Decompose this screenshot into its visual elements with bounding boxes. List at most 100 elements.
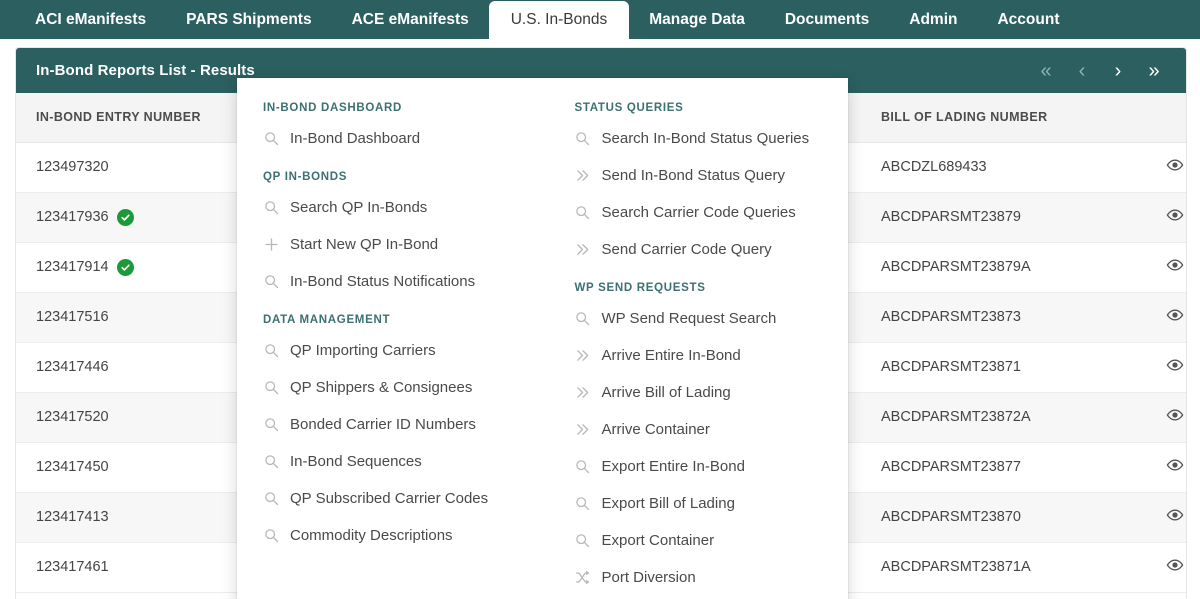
cell-bill-of-lading: ABCDPARSMT23872A: [861, 392, 1146, 442]
search-icon: [263, 200, 279, 216]
eye-icon[interactable]: [1166, 206, 1184, 228]
eye-icon[interactable]: [1166, 156, 1184, 178]
menu-item-qp-shippers-consignees[interactable]: QP Shippers & Consignees: [255, 369, 535, 406]
entry-number-wrapper: 123417520: [36, 409, 109, 425]
pager-next[interactable]: ›: [1104, 57, 1132, 85]
pager-first[interactable]: «: [1032, 57, 1060, 85]
entry-number-text: 123417914: [36, 259, 109, 275]
nav-tab-u-s-in-bonds[interactable]: U.S. In-Bonds: [489, 1, 630, 39]
cell-actions: [1146, 392, 1187, 442]
status-verified-check-icon: [117, 259, 134, 276]
menu-item-qp-importing-carriers[interactable]: QP Importing Carriers: [255, 332, 535, 369]
menu-item-label: QP Subscribed Carrier Codes: [290, 490, 488, 507]
menu-item-arrive-container[interactable]: Arrive Container: [567, 411, 841, 448]
menu-item-label: Search In-Bond Status Queries: [602, 130, 810, 147]
entry-number-wrapper: 123417914: [36, 259, 134, 276]
menu-item-send-in-bond-status-query[interactable]: Send In-Bond Status Query: [567, 157, 841, 194]
app-root: ACI eManifestsPARS ShipmentsACE eManifes…: [0, 0, 1200, 599]
nav-tab-admin[interactable]: Admin: [889, 0, 977, 39]
eye-icon[interactable]: [1166, 506, 1184, 528]
search-icon: [575, 205, 591, 221]
menu-item-in-bond-dashboard[interactable]: In-Bond Dashboard: [255, 120, 535, 157]
search-icon: [263, 380, 279, 396]
eye-icon[interactable]: [1166, 256, 1184, 278]
search-icon: [575, 311, 591, 327]
entry-number-wrapper: 123417446: [36, 359, 109, 375]
entry-number-text: 123417413: [36, 509, 109, 525]
search-icon: [263, 131, 279, 147]
nav-tab-documents[interactable]: Documents: [765, 0, 889, 39]
cell-actions: [1146, 442, 1187, 492]
panel-title: In-Bond Reports List - Results: [36, 62, 255, 79]
menu-item-in-bond-status-notifications[interactable]: In-Bond Status Notifications: [255, 263, 535, 300]
eye-icon[interactable]: [1166, 306, 1184, 328]
menu-item-label: Commodity Descriptions: [290, 527, 453, 544]
menu-item-label: In-Bond Dashboard: [290, 130, 420, 147]
dropdown-column-1: IN-BOND DASHBOARDIn-Bond DashboardQP IN-…: [237, 88, 543, 599]
dropdown-section-title: QP IN-BONDS: [255, 157, 535, 189]
nav-tab-ace-emanifests[interactable]: ACE eManifests: [332, 0, 489, 39]
menu-item-label: Send In-Bond Status Query: [602, 167, 785, 184]
cell-actions: [1146, 292, 1187, 342]
menu-item-export-container[interactable]: Export Container: [567, 522, 841, 559]
menu-item-bonded-carrier-id-numbers[interactable]: Bonded Carrier ID Numbers: [255, 406, 535, 443]
menu-item-label: Send Carrier Code Query: [602, 241, 772, 258]
menu-item-send-carrier-code-query[interactable]: Send Carrier Code Query: [567, 231, 841, 268]
entry-number-text: 123417461: [36, 559, 109, 575]
menu-item-port-diversion[interactable]: Port Diversion: [567, 559, 841, 596]
nav-tab-manage-data[interactable]: Manage Data: [629, 0, 765, 39]
search-icon: [263, 343, 279, 359]
cell-bill-of-lading: ABCDPARSMT23877: [861, 442, 1146, 492]
menu-item-in-bond-sequences[interactable]: In-Bond Sequences: [255, 443, 535, 480]
entry-number-wrapper: 123417413: [36, 509, 109, 525]
menu-item-arrive-entire-in-bond[interactable]: Arrive Entire In-Bond: [567, 337, 841, 374]
double-chevron-right-icon: [575, 385, 591, 401]
menu-item-search-qp-in-bonds[interactable]: Search QP In-Bonds: [255, 189, 535, 226]
pagination-controls: « ‹ › »: [1032, 57, 1168, 85]
search-icon: [575, 533, 591, 549]
nav-tab-pars-shipments[interactable]: PARS Shipments: [166, 0, 331, 39]
search-icon: [263, 491, 279, 507]
double-chevron-right-icon: [575, 168, 591, 184]
shuffle-icon: [575, 570, 591, 586]
dropdown-section-title: DATA MANAGEMENT: [255, 300, 535, 332]
eye-icon[interactable]: [1166, 356, 1184, 378]
column-header-bill-of-lading[interactable]: BILL OF LADING NUMBER: [861, 93, 1146, 142]
plus-icon: [263, 237, 279, 253]
eye-icon[interactable]: [1166, 556, 1184, 578]
menu-item-search-in-bond-status-queries[interactable]: Search In-Bond Status Queries: [567, 120, 841, 157]
search-icon: [263, 528, 279, 544]
eye-icon[interactable]: [1166, 456, 1184, 478]
cell-bill-of-lading: ABCDPARSMT23871A: [861, 542, 1146, 592]
entry-number-wrapper: 123417450: [36, 459, 109, 475]
menu-item-label: Bonded Carrier ID Numbers: [290, 416, 476, 433]
nav-tab-aci-emanifests[interactable]: ACI eManifests: [15, 0, 166, 39]
menu-item-search-carrier-code-queries[interactable]: Search Carrier Code Queries: [567, 194, 841, 231]
search-icon: [575, 131, 591, 147]
search-icon: [263, 417, 279, 433]
menu-item-export-entire-in-bond[interactable]: Export Entire In-Bond: [567, 448, 841, 485]
menu-item-arrive-bill-of-lading[interactable]: Arrive Bill of Lading: [567, 374, 841, 411]
pager-prev[interactable]: ‹: [1068, 57, 1096, 85]
menu-item-commodity-descriptions[interactable]: Commodity Descriptions: [255, 517, 535, 554]
double-chevron-right-icon: [575, 422, 591, 438]
menu-item-export-bill-of-lading[interactable]: Export Bill of Lading: [567, 485, 841, 522]
search-icon: [263, 454, 279, 470]
cell-actions: [1146, 192, 1187, 242]
entry-number-text: 123417936: [36, 209, 109, 225]
entry-number-text: 123417516: [36, 309, 109, 325]
menu-item-label: Port Diversion: [602, 569, 696, 586]
cell-bill-of-lading: ABCDPARSMT23879: [861, 192, 1146, 242]
menu-item-start-new-qp-in-bond[interactable]: Start New QP In-Bond: [255, 226, 535, 263]
nav-tab-account[interactable]: Account: [977, 0, 1079, 39]
eye-icon[interactable]: [1166, 406, 1184, 428]
search-icon: [263, 274, 279, 290]
menu-item-label: Arrive Bill of Lading: [602, 384, 731, 401]
page-content: In-Bond Reports List - Results « ‹ › » IN-B…: [0, 39, 1200, 599]
pager-last[interactable]: »: [1140, 57, 1168, 85]
menu-item-qp-subscribed-carrier-codes[interactable]: QP Subscribed Carrier Codes: [255, 480, 535, 517]
menu-item-label: QP Shippers & Consignees: [290, 379, 472, 396]
entry-number-wrapper: 123417936: [36, 209, 134, 226]
column-header-actions: [1146, 93, 1187, 142]
menu-item-wp-send-request-search[interactable]: WP Send Request Search: [567, 300, 841, 337]
